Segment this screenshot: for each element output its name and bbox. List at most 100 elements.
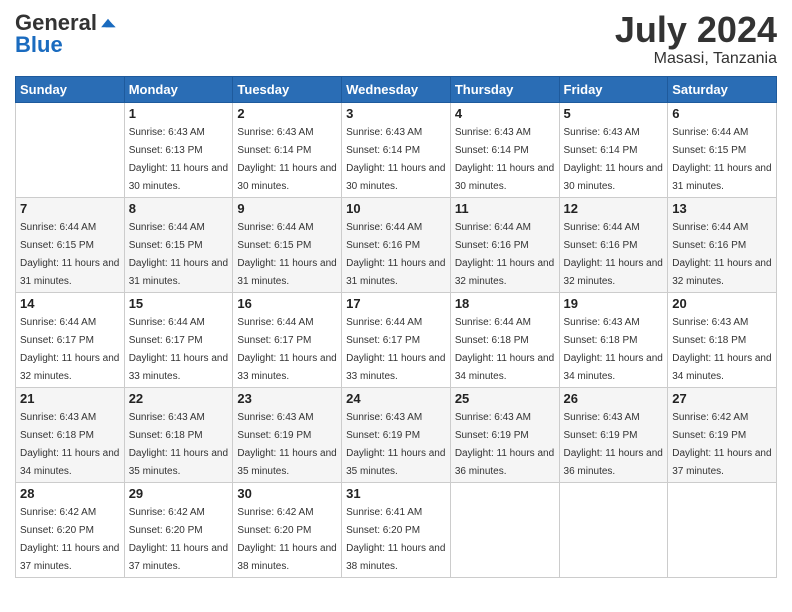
- day-sunrise: Sunrise: 6:43 AM: [346, 127, 422, 138]
- day-daylight: Daylight: 11 hours and 30 minutes.: [455, 163, 554, 192]
- calendar-cell: 24 Sunrise: 6:43 AM Sunset: 6:19 PM Dayl…: [342, 387, 451, 482]
- day-sunrise: Sunrise: 6:44 AM: [20, 222, 96, 233]
- day-sunrise: Sunrise: 6:43 AM: [129, 127, 205, 138]
- calendar-cell: 31 Sunrise: 6:41 AM Sunset: 6:20 PM Dayl…: [342, 482, 451, 577]
- calendar-week-2: 14 Sunrise: 6:44 AM Sunset: 6:17 PM Dayl…: [16, 292, 777, 387]
- day-daylight: Daylight: 11 hours and 33 minutes.: [346, 353, 445, 382]
- day-sunset: Sunset: 6:18 PM: [455, 335, 529, 346]
- day-number: 17: [346, 296, 446, 311]
- day-number: 19: [564, 296, 664, 311]
- day-number: 11: [455, 201, 555, 216]
- calendar-cell: 28 Sunrise: 6:42 AM Sunset: 6:20 PM Dayl…: [16, 482, 125, 577]
- day-sunrise: Sunrise: 6:44 AM: [129, 222, 205, 233]
- day-sunrise: Sunrise: 6:42 AM: [129, 507, 205, 518]
- day-sunrise: Sunrise: 6:43 AM: [564, 127, 640, 138]
- day-daylight: Daylight: 11 hours and 37 minutes.: [672, 448, 771, 477]
- day-sunrise: Sunrise: 6:42 AM: [672, 412, 748, 423]
- day-sunset: Sunset: 6:17 PM: [129, 335, 203, 346]
- day-daylight: Daylight: 11 hours and 33 minutes.: [129, 353, 228, 382]
- day-number: 12: [564, 201, 664, 216]
- day-number: 10: [346, 201, 446, 216]
- calendar-cell: 15 Sunrise: 6:44 AM Sunset: 6:17 PM Dayl…: [124, 292, 233, 387]
- day-sunrise: Sunrise: 6:44 AM: [455, 222, 531, 233]
- day-sunset: Sunset: 6:19 PM: [346, 430, 420, 441]
- day-number: 13: [672, 201, 772, 216]
- calendar-cell: 22 Sunrise: 6:43 AM Sunset: 6:18 PM Dayl…: [124, 387, 233, 482]
- day-number: 24: [346, 391, 446, 406]
- day-number: 25: [455, 391, 555, 406]
- day-number: 26: [564, 391, 664, 406]
- calendar-week-0: 1 Sunrise: 6:43 AM Sunset: 6:13 PM Dayli…: [16, 102, 777, 197]
- col-thursday: Thursday: [450, 76, 559, 102]
- day-sunset: Sunset: 6:19 PM: [672, 430, 746, 441]
- calendar: Sunday Monday Tuesday Wednesday Thursday…: [15, 76, 777, 578]
- day-daylight: Daylight: 11 hours and 32 minutes.: [455, 258, 554, 287]
- day-sunset: Sunset: 6:15 PM: [672, 145, 746, 156]
- col-monday: Monday: [124, 76, 233, 102]
- day-sunset: Sunset: 6:14 PM: [455, 145, 529, 156]
- day-number: 22: [129, 391, 229, 406]
- day-number: 1: [129, 106, 229, 121]
- calendar-cell: 26 Sunrise: 6:43 AM Sunset: 6:19 PM Dayl…: [559, 387, 668, 482]
- day-daylight: Daylight: 11 hours and 35 minutes.: [129, 448, 228, 477]
- day-sunrise: Sunrise: 6:43 AM: [20, 412, 96, 423]
- calendar-cell: [668, 482, 777, 577]
- logo-blue: Blue: [15, 32, 63, 58]
- col-friday: Friday: [559, 76, 668, 102]
- col-wednesday: Wednesday: [342, 76, 451, 102]
- day-daylight: Daylight: 11 hours and 33 minutes.: [237, 353, 336, 382]
- calendar-cell: 12 Sunrise: 6:44 AM Sunset: 6:16 PM Dayl…: [559, 197, 668, 292]
- day-number: 9: [237, 201, 337, 216]
- day-sunrise: Sunrise: 6:43 AM: [455, 412, 531, 423]
- day-daylight: Daylight: 11 hours and 35 minutes.: [346, 448, 445, 477]
- day-sunset: Sunset: 6:13 PM: [129, 145, 203, 156]
- day-sunset: Sunset: 6:15 PM: [237, 240, 311, 251]
- day-sunset: Sunset: 6:16 PM: [346, 240, 420, 251]
- day-number: 14: [20, 296, 120, 311]
- day-sunrise: Sunrise: 6:42 AM: [20, 507, 96, 518]
- calendar-week-4: 28 Sunrise: 6:42 AM Sunset: 6:20 PM Dayl…: [16, 482, 777, 577]
- day-sunset: Sunset: 6:17 PM: [237, 335, 311, 346]
- day-sunset: Sunset: 6:19 PM: [564, 430, 638, 441]
- calendar-cell: 25 Sunrise: 6:43 AM Sunset: 6:19 PM Dayl…: [450, 387, 559, 482]
- day-sunset: Sunset: 6:18 PM: [564, 335, 638, 346]
- day-number: 28: [20, 486, 120, 501]
- day-daylight: Daylight: 11 hours and 38 minutes.: [346, 543, 445, 572]
- day-sunrise: Sunrise: 6:44 AM: [237, 317, 313, 328]
- calendar-cell: 5 Sunrise: 6:43 AM Sunset: 6:14 PM Dayli…: [559, 102, 668, 197]
- day-number: 16: [237, 296, 337, 311]
- day-sunrise: Sunrise: 6:43 AM: [564, 412, 640, 423]
- day-daylight: Daylight: 11 hours and 34 minutes.: [20, 448, 119, 477]
- day-daylight: Daylight: 11 hours and 31 minutes.: [129, 258, 228, 287]
- day-sunrise: Sunrise: 6:43 AM: [455, 127, 531, 138]
- day-sunrise: Sunrise: 6:44 AM: [346, 317, 422, 328]
- day-sunrise: Sunrise: 6:43 AM: [237, 127, 313, 138]
- day-sunset: Sunset: 6:19 PM: [455, 430, 529, 441]
- day-number: 6: [672, 106, 772, 121]
- day-daylight: Daylight: 11 hours and 31 minutes.: [346, 258, 445, 287]
- day-sunrise: Sunrise: 6:44 AM: [564, 222, 640, 233]
- calendar-cell: [16, 102, 125, 197]
- calendar-cell: 30 Sunrise: 6:42 AM Sunset: 6:20 PM Dayl…: [233, 482, 342, 577]
- calendar-week-3: 21 Sunrise: 6:43 AM Sunset: 6:18 PM Dayl…: [16, 387, 777, 482]
- day-sunrise: Sunrise: 6:44 AM: [672, 127, 748, 138]
- calendar-cell: 10 Sunrise: 6:44 AM Sunset: 6:16 PM Dayl…: [342, 197, 451, 292]
- day-daylight: Daylight: 11 hours and 37 minutes.: [20, 543, 119, 572]
- day-number: 3: [346, 106, 446, 121]
- day-daylight: Daylight: 11 hours and 30 minutes.: [346, 163, 445, 192]
- day-sunset: Sunset: 6:20 PM: [346, 525, 420, 536]
- day-daylight: Daylight: 11 hours and 35 minutes.: [237, 448, 336, 477]
- day-sunset: Sunset: 6:17 PM: [346, 335, 420, 346]
- day-sunset: Sunset: 6:20 PM: [20, 525, 94, 536]
- day-sunrise: Sunrise: 6:43 AM: [237, 412, 313, 423]
- day-sunset: Sunset: 6:19 PM: [237, 430, 311, 441]
- day-sunrise: Sunrise: 6:43 AM: [346, 412, 422, 423]
- logo: General Blue: [15, 10, 117, 58]
- day-sunrise: Sunrise: 6:44 AM: [455, 317, 531, 328]
- calendar-cell: [559, 482, 668, 577]
- day-sunrise: Sunrise: 6:42 AM: [237, 507, 313, 518]
- day-daylight: Daylight: 11 hours and 31 minutes.: [672, 163, 771, 192]
- calendar-cell: 27 Sunrise: 6:42 AM Sunset: 6:19 PM Dayl…: [668, 387, 777, 482]
- day-sunset: Sunset: 6:14 PM: [346, 145, 420, 156]
- day-daylight: Daylight: 11 hours and 38 minutes.: [237, 543, 336, 572]
